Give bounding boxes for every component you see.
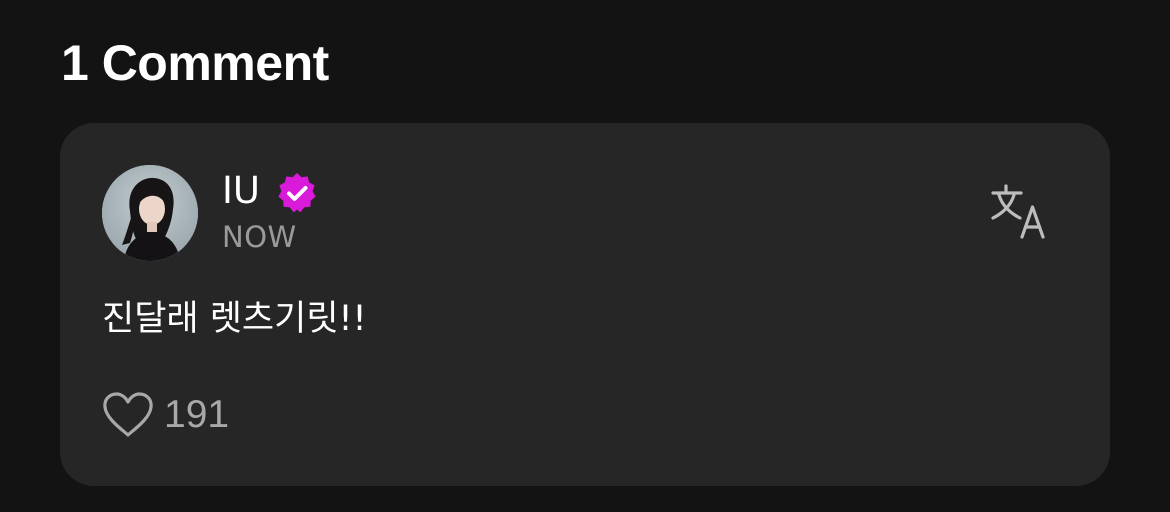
comments-panel: 1 Comment IU NOW 진달래 렛츠기릿!! 191	[0, 0, 1170, 512]
like-button[interactable]: 191	[102, 389, 229, 441]
comment-text: 진달래 렛츠기릿!!	[102, 299, 367, 339]
translate-button[interactable]	[988, 181, 1052, 245]
verified-badge-icon	[278, 173, 316, 213]
comment-timestamp: NOW	[222, 220, 297, 254]
like-count: 191	[164, 393, 230, 436]
translate-icon	[991, 184, 1045, 239]
author-avatar[interactable]	[102, 165, 198, 261]
avatar-image	[102, 165, 198, 261]
comment-card: IU NOW 진달래 렛츠기릿!! 191	[60, 123, 1110, 486]
heart-icon	[103, 392, 153, 437]
author-name[interactable]: IU	[222, 169, 260, 213]
comments-count-title: 1 Comment	[61, 35, 329, 91]
